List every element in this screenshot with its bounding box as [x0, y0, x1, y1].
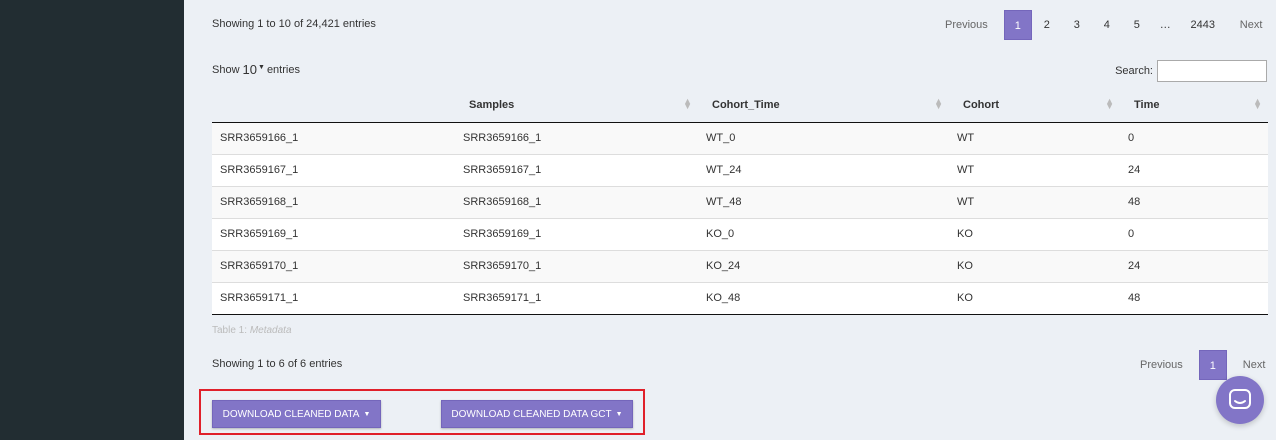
time-cell: 0	[1120, 121, 1268, 154]
metadata-table-info: Showing 1 to 6 of 6 entries	[212, 358, 343, 370]
caret-down-icon: ▼	[258, 64, 265, 71]
row-name-cell: SRR3659166_1	[212, 121, 455, 154]
sort-icon: ▲ ▼	[1105, 96, 1114, 111]
time-cell: 48	[1120, 281, 1268, 315]
top-pagination-page-last[interactable]: 2443	[1178, 10, 1228, 40]
cohort-cell: WT	[949, 121, 1120, 154]
time-cell: 48	[1120, 185, 1268, 218]
samples-cell: SRR3659167_1	[455, 153, 698, 186]
time-cell: 24	[1120, 153, 1268, 186]
table-row[interactable]: SRR3659168_1 SRR3659168_1 WT_48 WT 48	[212, 185, 1268, 218]
chat-icon	[1229, 389, 1251, 409]
table-caption-title: Metadata	[249, 325, 292, 336]
column-header-cohort-label: Cohort	[963, 98, 1000, 111]
sort-icon: ▲ ▼	[1253, 96, 1262, 111]
sort-icon: ▲ ▼	[934, 96, 943, 111]
chat-launcher-button[interactable]	[1216, 376, 1264, 424]
metadata-table: Samples ▲ ▼ Cohort_Time ▲ ▼ Cohort ▲ ▼ Time…	[212, 88, 1268, 315]
table-caption-prefix: Table 1:	[212, 325, 250, 336]
download-cleaned-data-gct-label: DOWNLOAD CLEANED DATA GCT	[451, 408, 612, 420]
metadata-pagination: Previous 1 Next	[1132, 350, 1273, 380]
top-table-info: Showing 1 to 10 of 24,421 entries	[212, 18, 376, 30]
top-pagination-previous[interactable]: Previous	[937, 10, 996, 40]
samples-cell: SRR3659166_1	[455, 121, 698, 154]
column-header-cohort[interactable]: Cohort ▲ ▼	[949, 88, 1120, 123]
column-header-time-label: Time	[1134, 98, 1160, 111]
top-pagination-page-4[interactable]: 4	[1092, 10, 1122, 40]
samples-cell: SRR3659171_1	[455, 281, 698, 315]
time-cell: 0	[1120, 217, 1268, 250]
download-cleaned-data-button[interactable]: DOWNLOAD CLEANED DATA ▼	[212, 400, 381, 428]
row-name-cell: SRR3659169_1	[212, 217, 455, 250]
entries-length-control: Show 10 ▼ entries	[212, 62, 300, 77]
download-cleaned-data-label: DOWNLOAD CLEANED DATA	[222, 408, 360, 420]
top-pagination-page-5[interactable]: 5	[1122, 10, 1152, 40]
search-label: Search:	[1115, 65, 1153, 77]
top-pagination-page-1[interactable]: 1	[1003, 10, 1032, 40]
table-row[interactable]: SRR3659167_1 SRR3659167_1 WT_24 WT 24	[212, 153, 1268, 186]
cohort-time-cell: KO_24	[698, 249, 949, 282]
cohort-cell: WT	[949, 185, 1120, 218]
sort-icon: ▲ ▼	[683, 96, 692, 111]
samples-cell: SRR3659169_1	[455, 217, 698, 250]
column-header-cohort-time[interactable]: Cohort_Time ▲ ▼	[698, 88, 949, 123]
table-row[interactable]: SRR3659166_1 SRR3659166_1 WT_0 WT 0	[212, 121, 1268, 154]
cohort-time-cell: WT_0	[698, 121, 949, 154]
cohort-time-cell: KO_0	[698, 217, 949, 250]
top-pagination: Previous 1 2 3 4 5 … 2443 Next	[937, 10, 1270, 40]
cohort-time-cell: WT_48	[698, 185, 949, 218]
caret-down-icon: ▼	[363, 410, 371, 418]
caret-down-icon: ▼	[615, 410, 623, 418]
column-header-time[interactable]: Time ▲ ▼	[1120, 88, 1268, 123]
top-pagination-page-2[interactable]: 2	[1032, 10, 1062, 40]
cohort-cell: KO	[949, 217, 1120, 250]
row-name-cell: SRR3659170_1	[212, 249, 455, 282]
row-name-cell: SRR3659168_1	[212, 185, 455, 218]
cohort-time-cell: KO_48	[698, 281, 949, 315]
search-input[interactable]	[1157, 60, 1267, 82]
column-header-samples[interactable]: Samples ▲ ▼	[455, 88, 698, 123]
table-row[interactable]: SRR3659169_1 SRR3659169_1 KO_0 KO 0	[212, 217, 1268, 250]
column-header-cohort-time-label: Cohort_Time	[712, 98, 780, 111]
cohort-cell: KO	[949, 249, 1120, 282]
entries-length-value: 10	[242, 62, 257, 77]
table-header-row: Samples ▲ ▼ Cohort_Time ▲ ▼ Cohort ▲ ▼ Time…	[212, 88, 1268, 123]
table-row[interactable]: SRR3659171_1 SRR3659171_1 KO_48 KO 48	[212, 281, 1268, 315]
download-cleaned-data-gct-button[interactable]: DOWNLOAD CLEANED DATA GCT ▼	[441, 400, 633, 428]
column-header-index[interactable]	[212, 88, 455, 123]
row-name-cell: SRR3659171_1	[212, 281, 455, 315]
cohort-cell: WT	[949, 153, 1120, 186]
search-control: Search:	[1115, 60, 1267, 82]
top-pagination-page-3[interactable]: 3	[1062, 10, 1092, 40]
entries-label: entries	[266, 63, 300, 76]
sidebar	[0, 0, 184, 440]
cohort-cell: KO	[949, 281, 1120, 315]
metadata-pagination-page-1[interactable]: 1	[1198, 350, 1227, 380]
column-header-samples-label: Samples	[469, 98, 515, 111]
table-caption: Table 1: Metadata	[212, 325, 292, 336]
top-pagination-ellipsis: …	[1159, 19, 1171, 31]
table-row[interactable]: SRR3659170_1 SRR3659170_1 KO_24 KO 24	[212, 249, 1268, 282]
time-cell: 24	[1120, 249, 1268, 282]
samples-cell: SRR3659170_1	[455, 249, 698, 282]
samples-cell: SRR3659168_1	[455, 185, 698, 218]
show-label: Show	[212, 63, 240, 76]
row-name-cell: SRR3659167_1	[212, 153, 455, 186]
entries-length-select[interactable]: 10 ▼	[243, 62, 265, 77]
top-pagination-next[interactable]: Next	[1232, 10, 1271, 40]
metadata-pagination-previous[interactable]: Previous	[1132, 350, 1191, 380]
cohort-time-cell: WT_24	[698, 153, 949, 186]
